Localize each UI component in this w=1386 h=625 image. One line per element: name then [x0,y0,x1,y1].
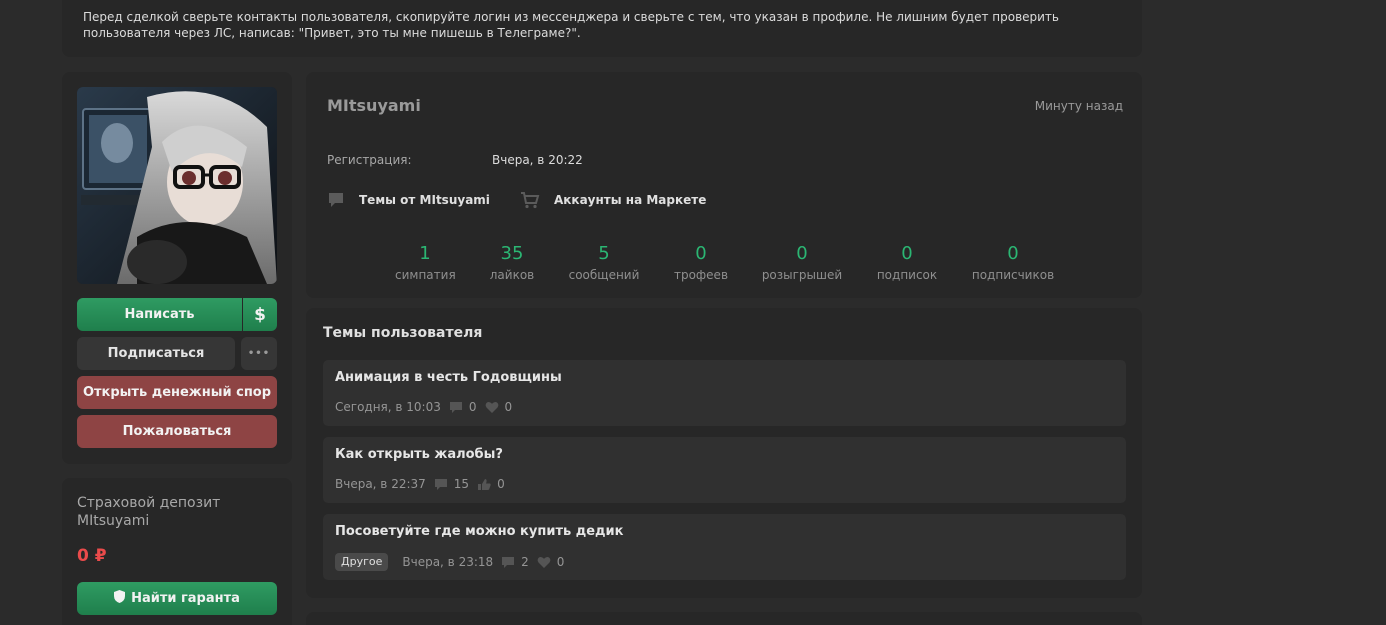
stat-likes[interactable]: 35 лайков [482,242,542,283]
open-dispute-label: Открыть денежный спор [82,385,272,400]
stat-value: 0 [1007,243,1019,264]
find-guarantor-label: Найти гаранта [131,591,240,606]
stat-label: трофеев [673,268,729,282]
stat-subscribers[interactable]: 0 подписчиков [967,242,1059,283]
thread-meta: Сегодня, в 10:03 0 0 [335,398,512,416]
heart-icon [485,401,498,413]
reply-count: 2 [521,555,529,569]
report-button[interactable]: Пожаловаться [77,415,277,448]
stat-value: 35 [500,243,524,264]
more-options-button[interactable]: ••• [241,337,277,370]
thumbs-up-icon [478,478,491,490]
stat-label: лайков [489,268,535,282]
thread-item[interactable]: Посоветуйте где можно купить дедик Друго… [323,514,1126,580]
transfer-money-button[interactable]: $ [243,298,277,331]
like-count: 0 [504,400,513,414]
stat-label: подписок [876,268,938,282]
report-button-label: Пожаловаться [122,424,232,439]
next-section-card [306,612,1142,625]
heart-icon [537,556,551,568]
user-threads-link[interactable]: Темы от MItsuyami [327,191,490,209]
write-button[interactable]: Написать [77,298,242,331]
like-count: 0 [556,555,565,569]
username[interactable]: MItsuyami [327,96,421,115]
find-guarantor-button[interactable]: Найти гаранта [77,582,277,615]
thread-time: Вчера, в 23:18 [402,555,494,569]
thread-title[interactable]: Анимация в честь Годовщины [335,370,562,385]
thread-title[interactable]: Как открыть жалобы? [335,447,503,462]
stat-label: симпатия [395,268,456,282]
shopping-cart-icon [520,191,540,209]
stat-label: розыгрышей [761,268,843,282]
thread-prefix-tag[interactable]: Другое [335,553,389,571]
shield-icon [114,590,126,607]
avatar[interactable] [77,87,277,284]
market-accounts-label: Аккаунты на Маркете [554,193,707,207]
last-seen: Минуту назад [1034,99,1123,113]
dollar-icon: $ [254,304,266,325]
thread-meta: Вчера, в 22:37 15 0 [335,475,505,493]
user-threads-card: Темы пользователя Анимация в честь Годов… [306,308,1142,598]
notice-line-2: пользователя через ЛС, написав: "Привет,… [83,26,581,40]
stat-label: сообщений [568,268,640,282]
comment-icon [449,401,462,413]
subscribe-button-label: Подписаться [107,346,205,361]
like-count: 0 [497,477,505,491]
subscribe-button[interactable]: Подписаться [77,337,235,370]
stat-label: подписчиков [971,268,1055,282]
speech-bubble-icon [327,191,345,209]
registration-value: Вчера, в 20:22 [492,153,583,167]
thread-item[interactable]: Как открыть жалобы? Вчера, в 22:37 15 0 [323,437,1126,503]
comment-icon [434,478,447,490]
user-threads-label: Темы от MItsuyami [359,193,490,207]
stat-giveaways[interactable]: 0 розыгрышей [757,242,847,283]
thread-title[interactable]: Посоветуйте где можно купить дедик [335,524,623,539]
stat-value: 5 [598,243,610,264]
thread-time: Сегодня, в 10:03 [335,400,441,414]
profile-info-card: MItsuyami Минуту назад Регистрация: Вчер… [306,72,1142,298]
notice-line-1: Перед сделкой сверьте контакты пользоват… [83,10,1059,24]
stat-value: 0 [796,243,808,264]
stat-value: 0 [695,243,707,264]
reply-count: 15 [453,477,470,491]
threads-heading: Темы пользователя [323,325,483,341]
profile-sidebar: Написать $ Подписаться ••• Открыть денеж… [62,72,292,464]
open-dispute-button[interactable]: Открыть денежный спор [77,376,277,409]
stat-value: 0 [901,243,913,264]
more-dots-icon: ••• [247,348,271,359]
write-button-label: Написать [124,307,195,322]
comment-icon [502,556,515,568]
thread-time: Вчера, в 22:37 [335,477,426,491]
reply-count: 0 [468,400,477,414]
market-accounts-link[interactable]: Аккаунты на Маркете [520,191,706,209]
stat-trophies[interactable]: 0 трофеев [666,242,736,283]
insurance-deposit-card: Страховой депозит MItsuyami 0 ₽ Найти га… [62,478,292,625]
deposit-amount: 0 ₽ [77,546,107,566]
stat-subscriptions[interactable]: 0 подписок [872,242,942,283]
deposit-title: Страховой депозит MItsuyami [77,495,221,529]
stat-messages[interactable]: 5 сообщений [564,242,644,283]
registration-label: Регистрация: [327,153,412,167]
safety-notice: Перед сделкой сверьте контакты пользоват… [62,0,1142,57]
stat-value: 1 [419,243,431,264]
stat-sympathy[interactable]: 1 симпатия [395,242,456,283]
thread-meta: Другое Вчера, в 23:18 2 0 [335,553,564,571]
thread-item[interactable]: Анимация в честь Годовщины Сегодня, в 10… [323,360,1126,426]
